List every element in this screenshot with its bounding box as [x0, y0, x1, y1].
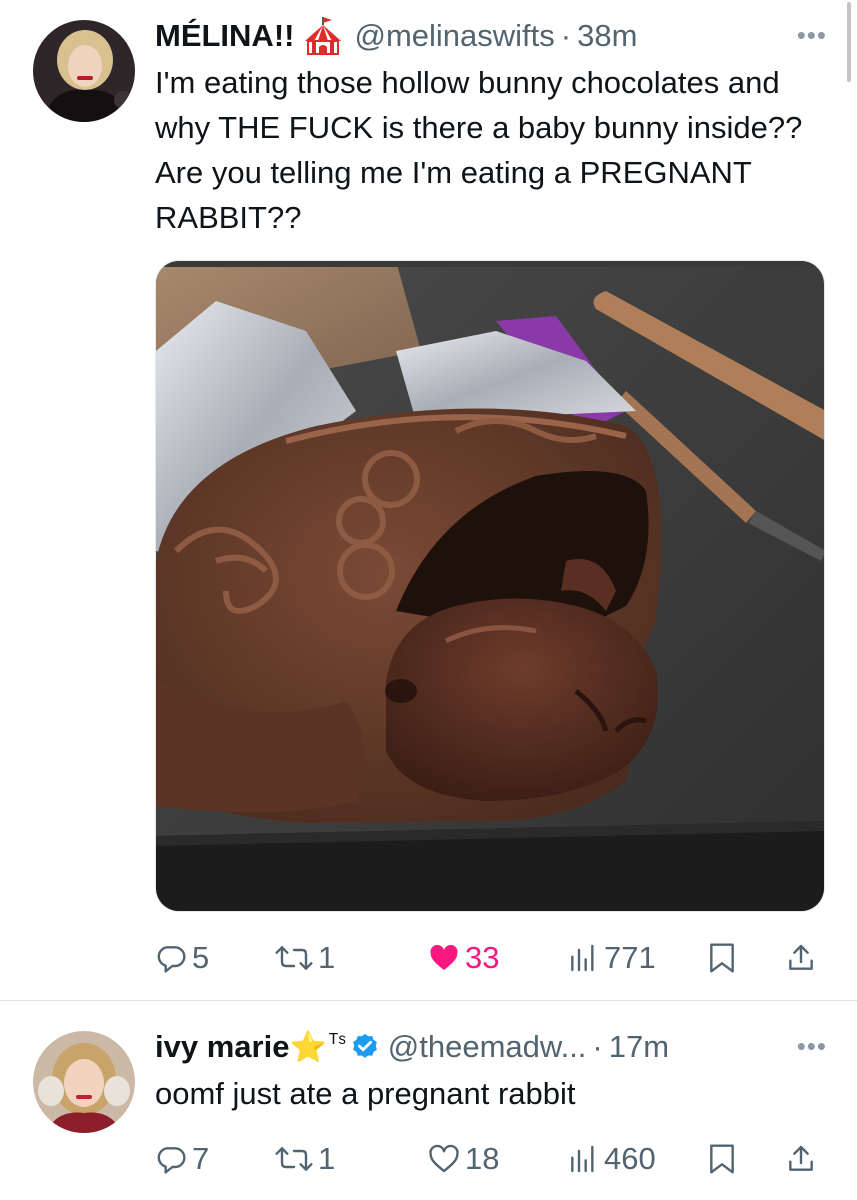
views-button[interactable]: 460 [567, 1139, 656, 1179]
like-button[interactable]: 33 [428, 938, 499, 978]
name-suffix: ᵀˢ [328, 1029, 346, 1054]
tweet-header: ivy marie ⭐ ᵀˢ @theemadw... · 17m ••• [155, 1027, 827, 1067]
retweet-count: 1 [318, 940, 336, 975]
views-button[interactable]: 771 [567, 938, 656, 978]
heart-icon [428, 942, 460, 974]
reply-icon [155, 1143, 187, 1175]
handle[interactable]: @melinaswifts [354, 18, 554, 54]
separator: · [592, 1029, 603, 1064]
like-button[interactable]: 18 [428, 1139, 499, 1179]
bookmark-icon [707, 942, 737, 974]
views-count: 771 [604, 940, 656, 975]
handle[interactable]: @theemadw... [388, 1029, 587, 1065]
bookmark-button[interactable] [707, 1139, 737, 1179]
reply-button[interactable]: 5 [155, 938, 209, 978]
heart-icon [428, 1143, 460, 1175]
tweet-1[interactable]: MÉLINA!! @melinaswifts · 38m ••• I'm eat… [0, 0, 857, 1000]
retweet-icon [275, 1143, 313, 1175]
timestamp[interactable]: 17m [609, 1029, 669, 1065]
views-icon [567, 942, 599, 974]
verified-badge-icon [350, 1032, 380, 1062]
separator: · [560, 18, 572, 53]
scrollbar-thumb[interactable] [847, 2, 851, 82]
views-icon [567, 1143, 599, 1175]
bookmark-icon [707, 1143, 737, 1175]
avatar[interactable] [33, 20, 135, 122]
action-bar: 5 1 33 771 [155, 938, 825, 978]
retweet-icon [275, 942, 313, 974]
share-icon [785, 1143, 817, 1175]
reply-count: 7 [192, 1141, 210, 1176]
bookmark-button[interactable] [707, 938, 737, 978]
retweet-button[interactable]: 1 [275, 938, 335, 978]
action-bar: 7 1 18 460 [155, 1139, 825, 1179]
more-icon[interactable]: ••• [797, 1031, 827, 1062]
timestamp[interactable]: 38m [577, 18, 637, 54]
display-name[interactable]: MÉLINA!! [155, 18, 294, 54]
tweet-header: MÉLINA!! @melinaswifts · 38m ••• [155, 16, 827, 56]
reply-button[interactable]: 7 [155, 1139, 209, 1179]
display-name[interactable]: ivy marie [155, 1029, 289, 1065]
tweet-2[interactable]: ivy marie ⭐ ᵀˢ @theemadw... · 17m ••• oo… [0, 1001, 857, 1200]
tweet-text: I'm eating those hollow bunny chocolates… [155, 65, 803, 235]
like-count: 18 [465, 1141, 500, 1176]
circus-tent-icon [302, 15, 344, 57]
more-icon[interactable]: ••• [797, 20, 827, 51]
avatar[interactable] [33, 1031, 135, 1133]
like-count: 33 [465, 940, 500, 975]
tweet-photo[interactable] [155, 260, 825, 912]
views-count: 460 [604, 1141, 656, 1176]
star-icon: ⭐ [289, 1030, 327, 1064]
retweet-button[interactable]: 1 [275, 1139, 335, 1179]
share-button[interactable] [785, 938, 817, 978]
share-button[interactable] [785, 1139, 817, 1179]
reply-icon [155, 942, 187, 974]
share-icon [785, 942, 817, 974]
retweet-count: 1 [318, 1141, 336, 1176]
tweet-text: oomf just ate a pregnant rabbit [155, 1076, 576, 1111]
reply-count: 5 [192, 940, 210, 975]
